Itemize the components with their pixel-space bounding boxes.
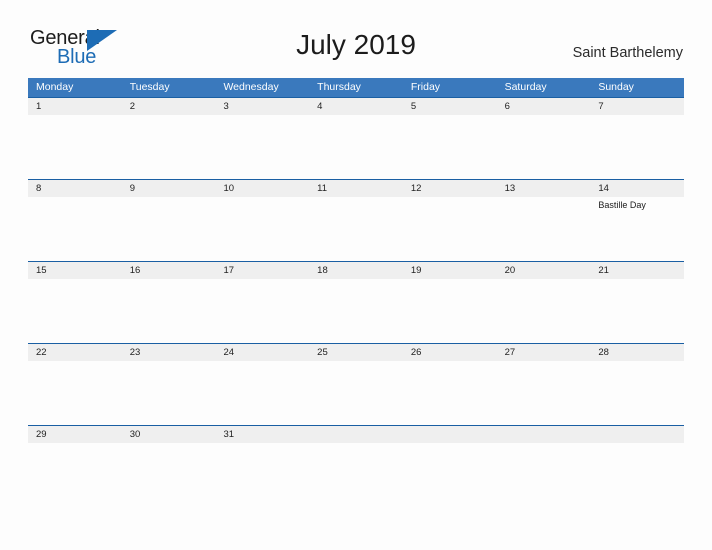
date-number[interactable]: 18 xyxy=(309,262,403,279)
date-number[interactable]: 24 xyxy=(215,344,309,361)
calendar-page: General Blue July 2019 Saint Barthelemy … xyxy=(0,0,712,550)
week-date-band: 22 23 24 25 26 27 28 xyxy=(28,343,684,361)
date-number[interactable] xyxy=(403,426,497,443)
date-number[interactable] xyxy=(497,426,591,443)
day-cell[interactable] xyxy=(497,443,591,465)
day-cell[interactable] xyxy=(215,443,309,465)
date-number[interactable]: 2 xyxy=(122,98,216,115)
date-number[interactable]: 31 xyxy=(215,426,309,443)
week-event-band: Bastille Day xyxy=(28,197,684,261)
day-header-friday: Friday xyxy=(410,81,441,93)
day-cell[interactable] xyxy=(309,443,403,465)
date-number[interactable]: 7 xyxy=(590,98,684,115)
week-event-band xyxy=(28,279,684,343)
date-number[interactable]: 9 xyxy=(122,180,216,197)
day-cell[interactable] xyxy=(28,115,122,179)
day-cell[interactable] xyxy=(590,115,684,179)
region-label: Saint Barthelemy xyxy=(572,45,683,61)
day-cell[interactable] xyxy=(28,443,122,465)
day-cell[interactable] xyxy=(403,279,497,343)
day-header-thursday: Thursday xyxy=(317,81,361,93)
day-cell[interactable] xyxy=(122,197,216,261)
day-of-week-header-row: Monday Tuesday Wednesday Thursday Friday… xyxy=(28,78,684,97)
date-number[interactable]: 15 xyxy=(28,262,122,279)
date-number[interactable] xyxy=(590,426,684,443)
date-number[interactable]: 6 xyxy=(497,98,591,115)
week-event-band xyxy=(28,361,684,425)
day-header-saturday: Saturday xyxy=(504,81,547,93)
date-number[interactable]: 20 xyxy=(497,262,591,279)
day-cell[interactable] xyxy=(215,197,309,261)
date-number[interactable]: 1 xyxy=(28,98,122,115)
date-number[interactable]: 28 xyxy=(590,344,684,361)
date-number[interactable]: 26 xyxy=(403,344,497,361)
calendar-week-row: 1 2 3 4 5 6 7 xyxy=(28,97,684,179)
day-header-sunday: Sunday xyxy=(598,81,634,93)
calendar-week-row: 15 16 17 18 19 20 21 xyxy=(28,261,684,343)
day-cell[interactable] xyxy=(28,279,122,343)
calendar-week-row: 8 9 10 11 12 13 14 Bastille Day xyxy=(28,179,684,261)
day-cell[interactable] xyxy=(497,279,591,343)
date-number[interactable]: 27 xyxy=(497,344,591,361)
day-cell[interactable] xyxy=(309,361,403,425)
day-cell[interactable] xyxy=(215,115,309,179)
date-number[interactable]: 14 xyxy=(590,180,684,197)
week-event-band xyxy=(28,115,684,179)
day-cell[interactable] xyxy=(590,279,684,343)
day-cell[interactable] xyxy=(497,115,591,179)
calendar-grid: Monday Tuesday Wednesday Thursday Friday… xyxy=(28,78,684,465)
day-cell[interactable] xyxy=(122,279,216,343)
date-number[interactable]: 13 xyxy=(497,180,591,197)
date-number[interactable]: 16 xyxy=(122,262,216,279)
day-cell[interactable] xyxy=(122,443,216,465)
date-number[interactable] xyxy=(309,426,403,443)
day-header-wednesday: Wednesday xyxy=(223,81,279,93)
week-date-band: 29 30 31 xyxy=(28,425,684,443)
day-cell[interactable] xyxy=(309,197,403,261)
date-number[interactable]: 29 xyxy=(28,426,122,443)
date-number[interactable]: 5 xyxy=(403,98,497,115)
day-header-tuesday: Tuesday xyxy=(129,81,170,93)
date-number[interactable]: 3 xyxy=(215,98,309,115)
calendar-week-row: 22 23 24 25 26 27 28 xyxy=(28,343,684,425)
week-event-band xyxy=(28,443,684,465)
day-cell[interactable] xyxy=(590,361,684,425)
week-date-band: 1 2 3 4 5 6 7 xyxy=(28,97,684,115)
day-cell[interactable] xyxy=(309,279,403,343)
day-cell[interactable] xyxy=(215,279,309,343)
day-cell[interactable] xyxy=(497,197,591,261)
date-number[interactable]: 22 xyxy=(28,344,122,361)
page-header: General Blue July 2019 Saint Barthelemy xyxy=(0,0,712,78)
date-number[interactable]: 8 xyxy=(28,180,122,197)
calendar-week-row: 29 30 31 xyxy=(28,425,684,465)
day-cell[interactable] xyxy=(309,115,403,179)
day-cell[interactable] xyxy=(122,361,216,425)
day-cell[interactable] xyxy=(403,361,497,425)
date-number[interactable]: 25 xyxy=(309,344,403,361)
date-number[interactable]: 21 xyxy=(590,262,684,279)
day-cell[interactable] xyxy=(403,443,497,465)
day-header-monday: Monday xyxy=(36,81,74,93)
week-date-band: 15 16 17 18 19 20 21 xyxy=(28,261,684,279)
date-number[interactable]: 4 xyxy=(309,98,403,115)
date-number[interactable]: 12 xyxy=(403,180,497,197)
day-cell[interactable] xyxy=(403,115,497,179)
day-cell[interactable] xyxy=(590,443,684,465)
day-cell[interactable]: Bastille Day xyxy=(590,197,684,261)
day-cell[interactable] xyxy=(122,115,216,179)
date-number[interactable]: 30 xyxy=(122,426,216,443)
event-label: Bastille Day xyxy=(598,200,646,210)
day-cell[interactable] xyxy=(215,361,309,425)
day-cell[interactable] xyxy=(403,197,497,261)
day-cell[interactable] xyxy=(497,361,591,425)
date-number[interactable]: 23 xyxy=(122,344,216,361)
date-number[interactable]: 17 xyxy=(215,262,309,279)
day-cell[interactable] xyxy=(28,361,122,425)
week-date-band: 8 9 10 11 12 13 14 xyxy=(28,179,684,197)
date-number[interactable]: 10 xyxy=(215,180,309,197)
date-number[interactable]: 11 xyxy=(309,180,403,197)
date-number[interactable]: 19 xyxy=(403,262,497,279)
day-cell[interactable] xyxy=(28,197,122,261)
